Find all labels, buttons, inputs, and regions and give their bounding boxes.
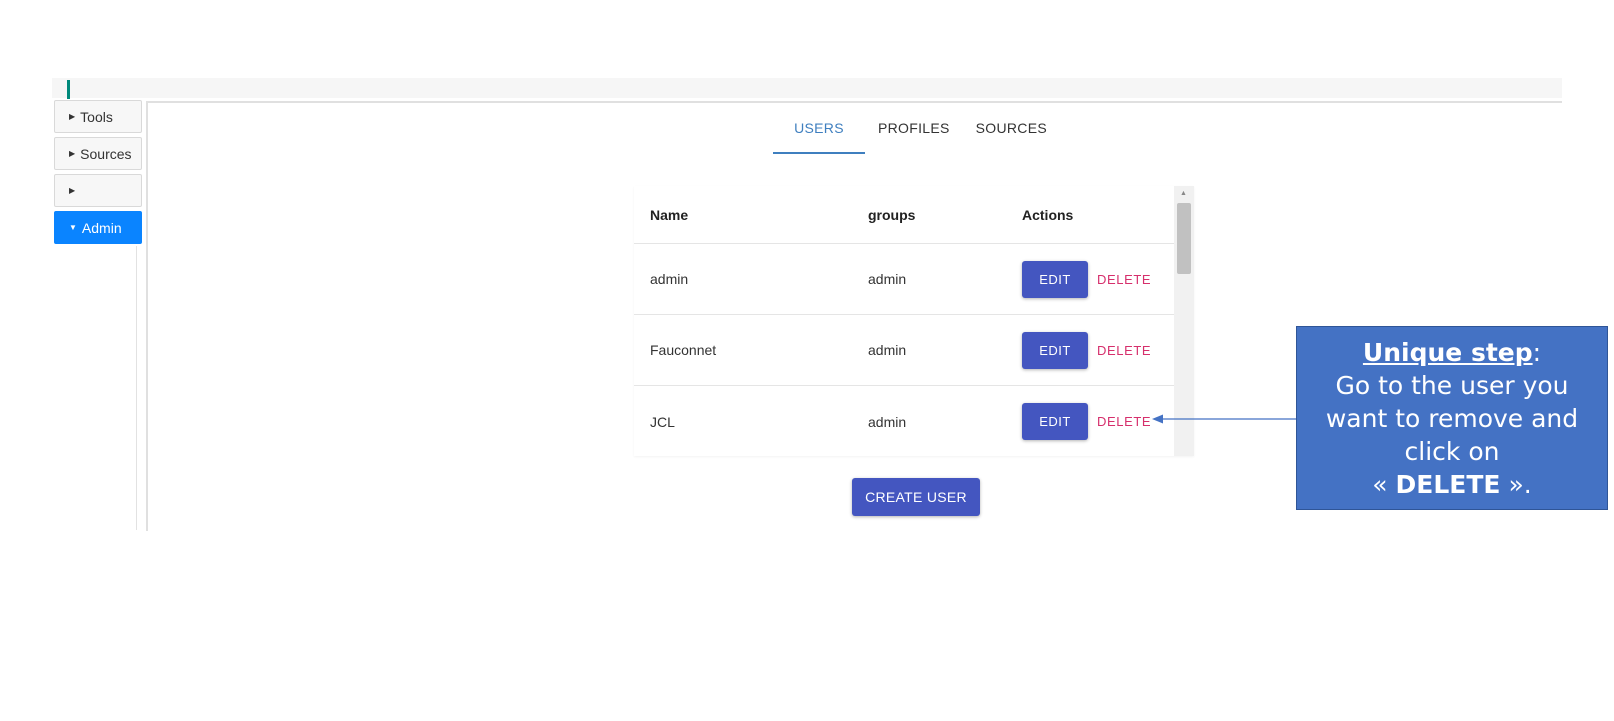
sidebar-divider (136, 246, 137, 530)
cell-name: JCL (650, 413, 675, 430)
sidebar-item-label: Sources (80, 145, 132, 162)
callout-action: DELETE (1395, 470, 1501, 499)
table-row: Fauconnet admin EDIT DELETE (634, 315, 1174, 386)
delete-button[interactable]: DELETE (1097, 272, 1151, 287)
panel-border-left (146, 101, 148, 531)
callout-action-line: « DELETE ». (1297, 468, 1607, 501)
admin-tabs: USERS PROFILES SOURCES (773, 112, 1060, 154)
sidebar-item-empty[interactable]: ▶ (54, 174, 142, 207)
sidebar-item-sources[interactable]: ▶ Sources (54, 137, 142, 170)
instruction-callout: Unique step: Go to the user you want to … (1296, 326, 1608, 510)
caret-right-icon: ▶ (69, 112, 76, 121)
create-user-button[interactable]: CREATE USER (852, 478, 980, 516)
sidebar-item-label: Admin (81, 219, 122, 236)
caret-down-icon: ▼ (69, 223, 77, 232)
cell-actions: EDIT DELETE (1022, 386, 1151, 457)
edit-button[interactable]: EDIT (1022, 403, 1088, 440)
callout-title-line: Unique step: (1297, 336, 1607, 369)
tab-profiles[interactable]: PROFILES (865, 112, 963, 154)
sidebar-item-admin[interactable]: ▼ Admin (54, 211, 142, 244)
panel-border-top (146, 101, 1562, 103)
tab-sources[interactable]: SOURCES (963, 112, 1060, 154)
edit-button[interactable]: EDIT (1022, 331, 1088, 369)
cell-name: Fauconnet (650, 342, 717, 358)
table-header: Name groups Actions (634, 186, 1174, 244)
callout-quote-close: ». (1500, 470, 1532, 499)
callout-line: want to remove and (1325, 404, 1579, 433)
cell-actions: EDIT DELETE (1022, 244, 1151, 314)
sidebar-item-tools[interactable]: ▶ Tools (54, 100, 142, 133)
caret-right-icon: ▶ (69, 149, 76, 158)
edit-button[interactable]: EDIT (1022, 260, 1088, 298)
callout-line: Go to the user you (1335, 371, 1569, 400)
callout-line: click on (1404, 437, 1500, 466)
delete-button[interactable]: DELETE (1097, 343, 1151, 358)
tab-users[interactable]: USERS (773, 112, 865, 154)
callout-quote-open: « (1372, 470, 1396, 499)
top-bar (52, 78, 1562, 98)
delete-button[interactable]: DELETE (1097, 414, 1151, 429)
callout-arrow-icon (1152, 414, 1298, 424)
sidebar: ▶ Tools ▶ Sources ▶ ▼ Admin (54, 100, 142, 248)
scroll-up-icon[interactable]: ▲ (1180, 190, 1187, 197)
table-row: admin admin EDIT DELETE (634, 244, 1174, 315)
sidebar-item-label: Tools (80, 108, 113, 125)
users-table: Name groups Actions admin admin EDIT DEL… (634, 186, 1194, 456)
header-actions: Actions (1022, 206, 1074, 223)
cell-groups: admin (868, 413, 907, 430)
caret-right-icon: ▶ (69, 186, 76, 195)
cell-groups: admin (868, 342, 907, 358)
cell-groups: admin (868, 271, 907, 287)
cell-actions: EDIT DELETE (1022, 315, 1151, 385)
header-name: Name (650, 206, 689, 223)
callout-title-suffix: : (1532, 338, 1542, 367)
scrollbar-thumb[interactable] (1177, 203, 1191, 274)
callout-title: Unique step (1362, 338, 1533, 367)
header-groups: groups (868, 206, 916, 223)
top-bar-accent (67, 80, 70, 99)
cell-name: admin (650, 271, 689, 287)
table-row: JCL admin EDIT DELETE (634, 386, 1174, 457)
